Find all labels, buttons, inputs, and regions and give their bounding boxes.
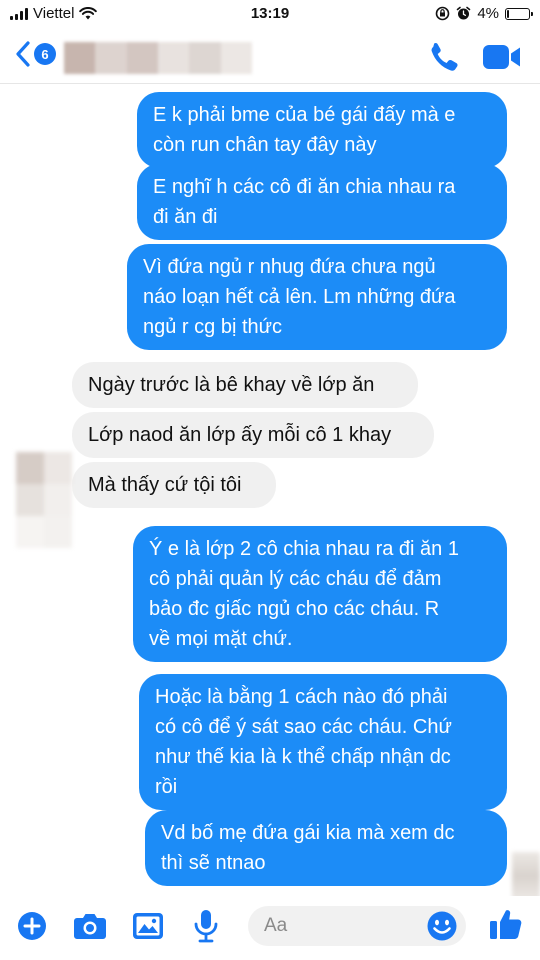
messenger-chat-screen: Viettel 13:19 4% 6 E k phải bme của bé g…: [0, 0, 540, 960]
blurred-watermark: [512, 852, 540, 900]
message-text: E nghĩ h các cô đi ăn chia nhau ra: [153, 176, 456, 198]
camera-button[interactable]: [72, 910, 108, 942]
message-text: rồi: [155, 776, 178, 798]
message-bubble-outgoing[interactable]: Vì đứa ngủ r nhug đứa chưa ngủ náo loạn …: [127, 244, 507, 350]
message-composer: Aa: [0, 896, 540, 960]
message-text: Vì đứa ngủ r nhug đứa chưa ngủ: [143, 256, 436, 278]
contact-name-blurred[interactable]: [64, 42, 252, 74]
camera-icon: [74, 914, 106, 939]
battery-percent: 4%: [477, 5, 499, 22]
battery-icon: [505, 7, 533, 20]
message-text: ngủ r cg bị thức: [143, 316, 283, 338]
message-text: Mà thấy cứ tội tôi: [88, 474, 242, 496]
message-text: đi ăn đi: [153, 206, 218, 228]
message-bubble-incoming[interactable]: Ngày trước là bê khay về lớp ăn: [72, 362, 418, 408]
alarm-icon: [457, 6, 471, 20]
message-input-placeholder: Aa: [264, 915, 288, 936]
status-bar: Viettel 13:19 4%: [0, 0, 540, 28]
message-text: Hoặc là bằng 1 cách nào đó phải: [155, 686, 448, 708]
status-right: 4%: [435, 5, 533, 22]
message-text: như thế kia là k thể chấp nhận dc: [155, 746, 451, 768]
message-text: Ngày trước là bê khay về lớp ăn: [88, 374, 375, 396]
plus-icon: [18, 912, 46, 940]
message-bubble-outgoing[interactable]: E nghĩ h các cô đi ăn chia nhau ra đi ăn…: [137, 164, 507, 240]
message-bubble-incoming[interactable]: Mà thấy cứ tội tôi: [72, 462, 276, 508]
plus-button[interactable]: [14, 910, 50, 942]
message-text: náo loạn hết cả lên. Lm những đứa: [143, 286, 456, 308]
message-text: cô phải quản lý các cháu để đảm: [149, 568, 442, 590]
message-text: Vd bố mẹ đứa gái kia mà xem dc: [161, 822, 455, 844]
phone-call-icon[interactable]: [426, 40, 462, 74]
battery-fill: [507, 9, 509, 18]
message-bubble-incoming[interactable]: Lớp naod ăn lớp ấy mỗi cô 1 khay: [72, 412, 434, 458]
message-input[interactable]: Aa: [248, 906, 466, 946]
message-bubble-outgoing[interactable]: Ý e là lớp 2 cô chia nhau ra đi ăn 1 cô …: [133, 526, 507, 662]
message-text: Ý e là lớp 2 cô chia nhau ra đi ăn 1: [149, 538, 459, 560]
video-call-icon[interactable]: [482, 42, 522, 72]
message-text: Lớp naod ăn lớp ấy mỗi cô 1 khay: [88, 424, 392, 446]
message-text: bảo đc giấc ngủ cho các cháu. R: [149, 598, 440, 620]
back-chevron-icon: [16, 41, 30, 67]
photo-icon: [133, 913, 163, 939]
emoji-icon[interactable]: [426, 910, 458, 942]
message-text: còn run chân tay đây này: [153, 134, 377, 156]
message-text: có cô để ý sát sao các cháu. Chứ: [155, 716, 452, 738]
message-text: thì sẽ ntnao: [161, 852, 266, 874]
message-bubble-outgoing[interactable]: E k phải bme của bé gái đấy mà e còn run…: [137, 92, 507, 168]
thumbs-up-icon: [490, 910, 522, 939]
contact-avatar-blurred[interactable]: [16, 452, 72, 548]
chat-header: 6: [0, 28, 540, 84]
message-text: về mọi mặt chứ.: [149, 628, 293, 650]
message-bubble-outgoing[interactable]: Vd bố mẹ đứa gái kia mà xem dc thì sẽ nt…: [145, 810, 507, 886]
microphone-button[interactable]: [188, 910, 224, 943]
thumbs-up-button[interactable]: [488, 908, 524, 940]
message-bubble-outgoing[interactable]: Hoặc là bằng 1 cách nào đó phải có cô để…: [139, 674, 507, 810]
unread-count-badge: 6: [34, 43, 56, 65]
message-text: E k phải bme của bé gái đấy mà e: [153, 104, 456, 126]
orientation-lock-icon: [436, 6, 450, 21]
back-button[interactable]: 6: [14, 40, 56, 68]
photo-button[interactable]: [130, 910, 166, 942]
microphone-icon: [194, 910, 218, 943]
